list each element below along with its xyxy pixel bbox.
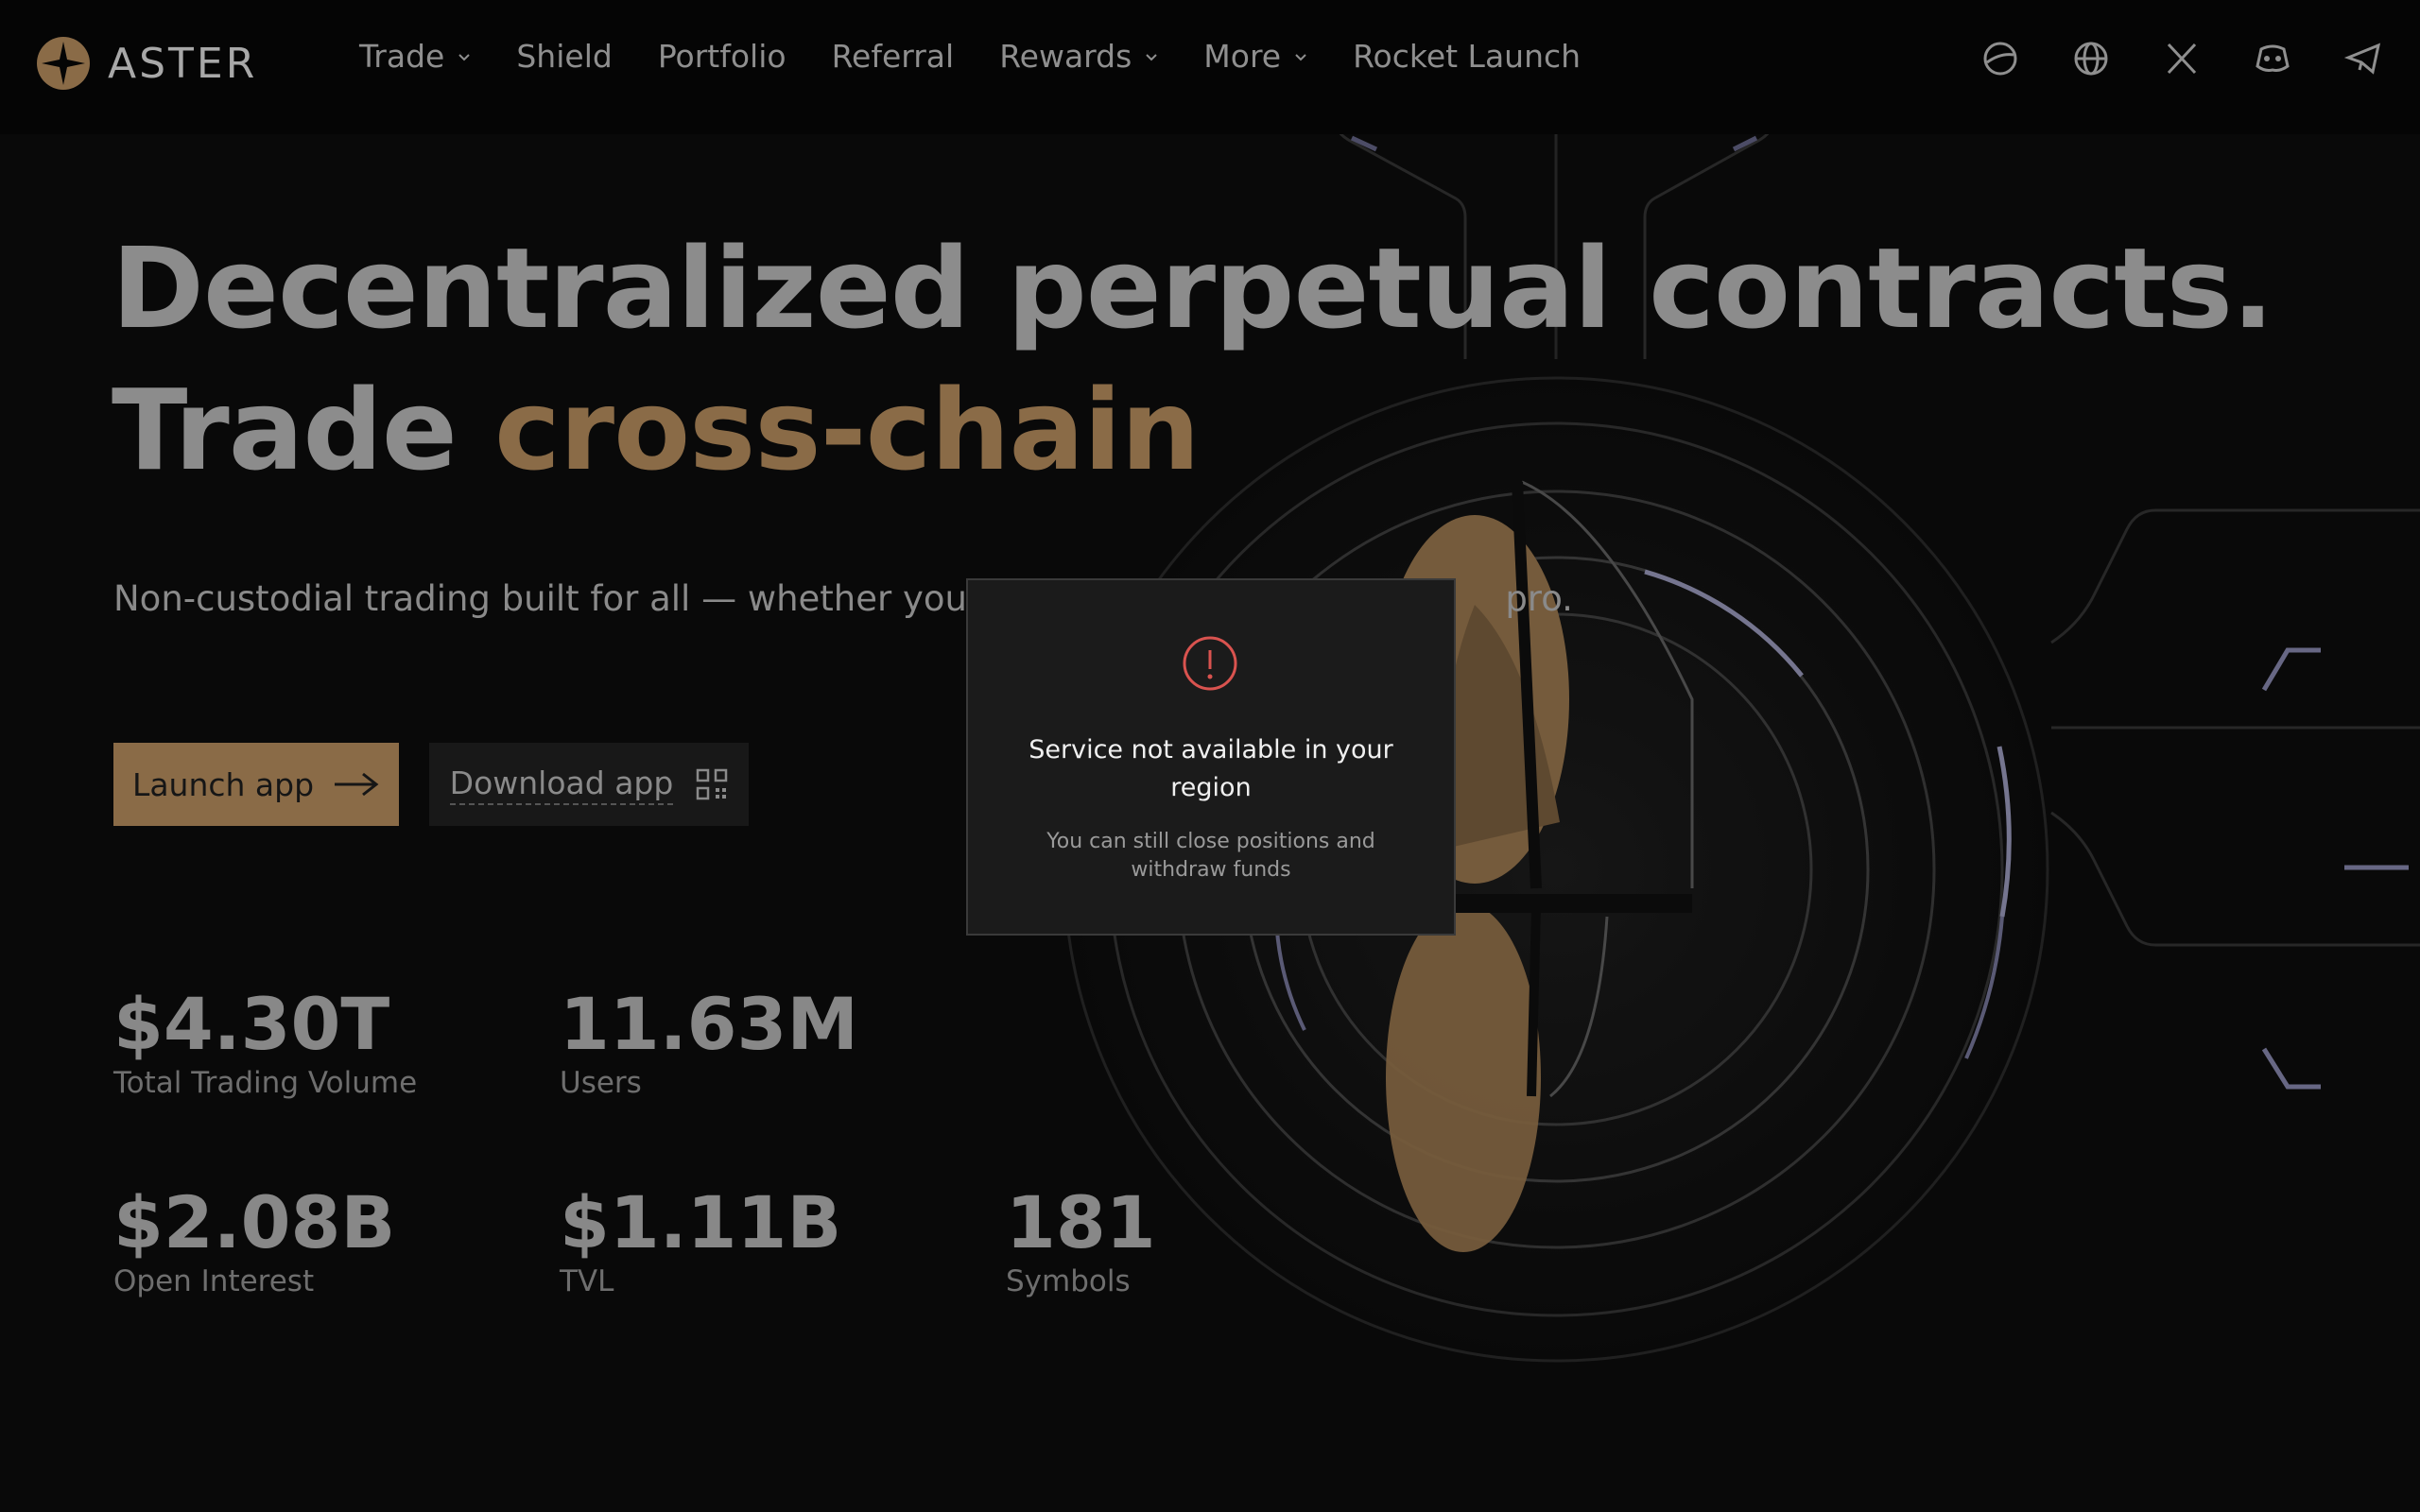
chevron-down-icon	[1146, 53, 1158, 60]
brand-name: ASTER	[108, 39, 258, 88]
nav-item-more[interactable]: More	[1203, 38, 1307, 75]
chevron-down-icon	[458, 53, 471, 60]
top-navbar: ASTER Trade Shield Portfolio Referral Re…	[0, 0, 2420, 134]
nav-item-portfolio[interactable]: Portfolio	[658, 38, 786, 75]
headline-prefix: Trade	[112, 365, 494, 495]
aster-logo-icon	[37, 37, 90, 90]
modal-description: You can still close positions and withdr…	[1046, 830, 1375, 882]
telegram-icon[interactable]	[2343, 40, 2382, 77]
launch-app-button[interactable]: Launch app	[113, 743, 399, 826]
nav-item-label: Rocket Launch	[1353, 38, 1582, 75]
stat-label: TVL	[560, 1264, 614, 1298]
nav-item-label: Trade	[359, 38, 445, 75]
qr-code-icon	[697, 768, 728, 800]
subtitle-start: Non-custodial trading built for all — wh…	[113, 578, 1012, 619]
arrow-right-icon	[335, 772, 379, 797]
headline-line-1: Decentralized perpetual contracts.	[112, 223, 2274, 353]
stat-label: Open Interest	[113, 1264, 315, 1298]
region-restriction-modal: Service not available in your region You…	[966, 578, 1456, 936]
chevron-down-icon	[1295, 53, 1306, 60]
nav-item-rocket-launch[interactable]: Rocket Launch	[1353, 38, 1581, 75]
stat-symbols: 181 Symbols	[1006, 1180, 1156, 1299]
nav-item-shield[interactable]: Shield	[516, 38, 612, 75]
nav-item-label: Portfolio	[657, 38, 786, 75]
launch-app-label: Launch app	[131, 765, 315, 803]
nav-item-referral[interactable]: Referral	[832, 38, 955, 75]
stat-label: Symbols	[1006, 1264, 1131, 1298]
stat-value: 11.63M	[560, 982, 859, 1066]
nav-item-label: Referral	[831, 38, 955, 75]
brand-logo[interactable]: ASTER	[36, 36, 257, 91]
nav-item-rewards[interactable]: Rewards	[999, 38, 1158, 75]
nav-icon-group	[1928, 40, 2382, 77]
headline-line-2: Trade cross-chain	[112, 359, 2273, 501]
nav-item-label: Shield	[516, 38, 613, 75]
stat-value: $1.11B	[560, 1180, 842, 1264]
headline-accent: cross-chain	[493, 365, 1201, 495]
modal-title: Service not available in your region	[1028, 735, 1393, 802]
theme-toggle-icon[interactable]	[1981, 40, 2019, 77]
stat-total-trading-volume: $4.30T Total Trading Volume	[113, 982, 418, 1101]
nav-item-label: Rewards	[999, 38, 1132, 75]
stat-users: 11.63M Users	[560, 982, 859, 1101]
stat-value: $2.08B	[113, 1180, 396, 1264]
stat-label: Users	[560, 1066, 642, 1100]
stat-value: 181	[1006, 1180, 1156, 1264]
stat-tvl: $1.11B TVL	[560, 1180, 842, 1299]
discord-icon[interactable]	[2254, 40, 2291, 77]
download-app-button[interactable]: Download app	[429, 743, 749, 826]
stat-label: Total Trading Volume	[113, 1066, 418, 1100]
stat-open-interest: $2.08B Open Interest	[113, 1180, 396, 1299]
globe-icon[interactable]	[2072, 40, 2110, 77]
main-nav: Trade Shield Portfolio Referral Rewards …	[359, 38, 1626, 75]
nav-item-trade[interactable]: Trade	[359, 38, 471, 75]
nav-item-label: More	[1203, 38, 1282, 75]
subtitle-end: pro.	[1505, 578, 1573, 619]
stat-value: $4.30T	[113, 982, 390, 1066]
x-twitter-icon[interactable]	[2163, 40, 2201, 77]
warning-icon	[1183, 636, 1237, 691]
hero-headline: Decentralized perpetual contracts. Trade…	[112, 217, 2274, 501]
download-app-label: Download app	[449, 765, 674, 805]
